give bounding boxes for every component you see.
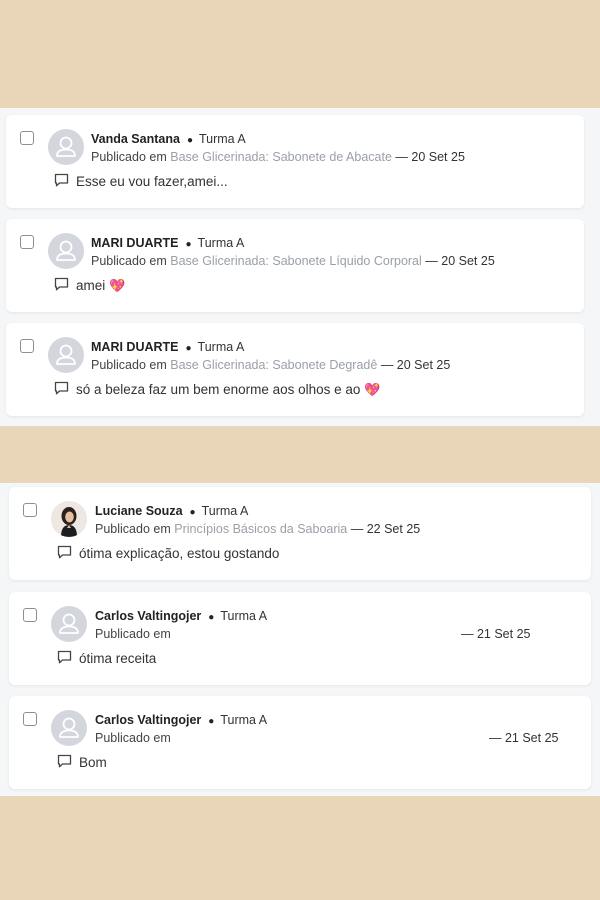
bullet-separator: ● [189,507,196,518]
select-checkbox[interactable] [23,712,37,726]
published-prefix: Publicado em [95,522,171,536]
comment-body: Bom [57,754,107,771]
author-name[interactable]: Carlos Valtingojer [95,609,201,623]
comment-card: MARI DUARTE ● Turma A Publicado em Base Gl… [6,219,584,312]
comment-icon [57,754,72,771]
avatar [48,337,84,373]
comment-body: ótima explicação, estou gostando [57,545,279,562]
comment-icon [57,545,72,562]
published-prefix: Publicado em [95,731,171,745]
comment-body: só a beleza faz um bem enorme aos olhos … [54,381,381,398]
comment-card: MARI DUARTE ● Turma A Publicado em Base Gl… [6,323,584,416]
comment-text: Esse eu vou fazer,amei... [76,174,228,189]
bullet-separator: ● [185,343,192,354]
comment-text: amei [76,278,106,293]
comment-date: — 20 Set 25 [425,254,495,268]
bullet-separator: ● [185,239,192,250]
comment-card: Vanda Santana ● Turma A Publicado em Base … [6,115,584,208]
comment-date: — 20 Set 25 [395,150,465,164]
published-prefix: Publicado em [91,150,167,164]
comments-panel-bottom: Luciane Souza ● Turma A Publicado em Princ… [0,483,600,796]
comment-icon [54,173,69,190]
comments-panel-top: Vanda Santana ● Turma A Publicado em Base … [0,108,600,426]
comment-body: Esse eu vou fazer,amei... [54,173,228,190]
avatar [51,501,87,537]
user-placeholder-icon [56,136,76,157]
user-placeholder-icon [56,344,76,365]
comment-text: só a beleza faz um bem enorme aos olhos … [76,382,361,397]
comment-card: Carlos Valtingojer ● Turma A Publicado em … [9,592,591,685]
comment-body: amei 💖 [54,277,125,294]
comment-text: ótima receita [79,651,157,666]
comment-date: — 20 Set 25 [380,358,451,372]
bullet-separator: ● [208,716,215,727]
author-name[interactable]: Carlos Valtingojer [95,713,201,727]
heart-emoji: 💖 [364,381,381,397]
author-name[interactable]: MARI DUARTE [91,340,179,354]
published-prefix: Publicado em [91,358,167,372]
select-checkbox[interactable] [23,608,37,622]
comment-date: — 21 Set 25 [489,731,559,745]
comment-date: — 21 Set 25 [461,627,531,641]
avatar [51,606,87,642]
class-label: Turma A [220,713,268,727]
bullet-separator: ● [208,612,215,623]
user-photo-icon [51,501,87,537]
avatar [48,233,84,269]
author-name[interactable]: Vanda Santana [91,132,180,146]
published-prefix: Publicado em [95,627,171,641]
author-name[interactable]: MARI DUARTE [91,236,179,250]
user-placeholder-icon [59,717,79,738]
class-label: Turma A [197,236,245,250]
class-label: Turma A [198,132,246,146]
course-link[interactable]: Base Glicerinada: Sabonete Degradê [170,358,377,372]
comment-card: Carlos Valtingojer ● Turma A Publicado em … [9,696,591,789]
course-link[interactable]: Princípios Básicos da Saboaria [174,522,347,536]
comment-text: ótima explicação, estou gostando [79,546,280,561]
select-checkbox[interactable] [20,131,34,145]
course-link[interactable]: Base Glicerinada: Sabonete Líquido Corpo… [170,254,422,268]
comment-icon [54,277,69,294]
comment-card: Luciane Souza ● Turma A Publicado em Princ… [9,487,591,580]
user-placeholder-icon [59,613,79,634]
class-label: Turma A [220,609,268,623]
comment-text: Bom [79,755,107,770]
avatar [48,129,84,165]
heart-emoji: 💖 [109,277,126,293]
comment-icon [54,381,69,398]
comment-body: ótima receita [57,650,156,667]
published-prefix: Publicado em [91,254,167,268]
author-name[interactable]: Luciane Souza [95,504,183,518]
course-link[interactable]: Base Glicerinada: Sabonete de Abacate [170,150,392,164]
class-label: Turma A [197,340,245,354]
comment-date: — 22 Set 25 [350,522,421,536]
select-checkbox[interactable] [20,235,34,249]
comment-icon [57,650,72,667]
user-placeholder-icon [56,240,76,261]
avatar [51,710,87,746]
select-checkbox[interactable] [20,339,34,353]
bullet-separator: ● [186,135,193,146]
class-label: Turma A [201,504,249,518]
select-checkbox[interactable] [23,503,37,517]
